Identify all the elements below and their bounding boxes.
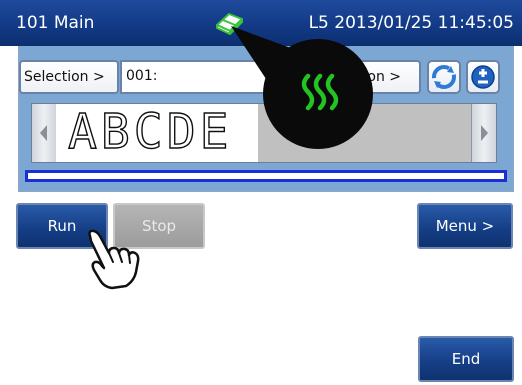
print-preview: ABCDE [31, 103, 497, 163]
menu-button[interactable]: Menu > [417, 203, 513, 249]
refresh-button[interactable] [427, 60, 461, 94]
scroll-left-button[interactable] [32, 104, 57, 162]
pointing-hand-icon [88, 229, 140, 290]
selection-button[interactable]: Selection > [19, 60, 119, 94]
selection-button-right[interactable]: tion > [353, 60, 421, 94]
chevron-right-icon [481, 125, 488, 141]
status-readout: L5 2013/01/25 11:45:05 [308, 13, 514, 33]
end-button[interactable]: End [418, 336, 514, 382]
title-bar: 101 Main L5 2013/01/25 11:45:05 [0, 0, 522, 46]
print-progress-bar [25, 170, 507, 182]
empty-print-area [258, 104, 472, 162]
scroll-right-button[interactable] [471, 104, 496, 162]
chevron-left-icon [40, 125, 47, 141]
message-panel: Selection > 001: tion > ABCDE [18, 46, 514, 192]
plus-minus-button[interactable] [466, 60, 500, 94]
preview-text: ABCDE [67, 103, 233, 160]
message-number-field[interactable]: 001: [120, 60, 290, 94]
plus-minus-icon [471, 65, 495, 89]
screen-title: 101 Main [16, 13, 95, 33]
refresh-icon [432, 65, 456, 89]
print-image-area: ABCDE [56, 103, 258, 162]
main-screen: 101 Main L5 2013/01/25 11:45:05 Selectio… [0, 0, 522, 385]
eraser-icon [216, 13, 243, 35]
